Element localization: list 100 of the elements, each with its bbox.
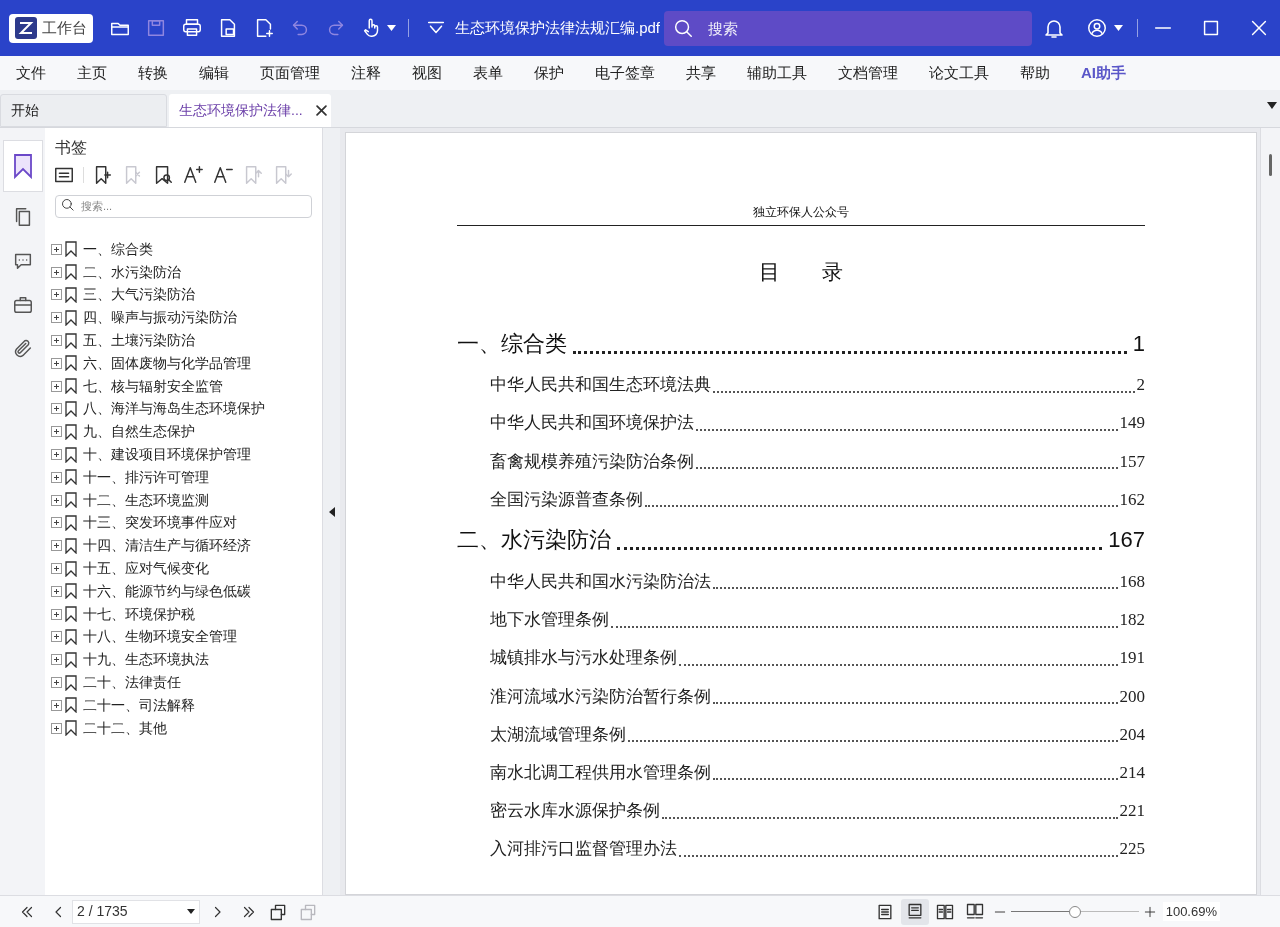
bookmark-item[interactable]: 二十一、司法解释: [83, 694, 195, 716]
close-icon[interactable]: [316, 105, 327, 116]
toc-entry-title: 入河排污口监督管理办法: [490, 838, 677, 861]
bookmark-item[interactable]: 十三、突发环境事件应对: [83, 512, 237, 534]
toc-page-number: 200: [1119, 685, 1145, 708]
toc-page-number: 149: [1119, 412, 1145, 435]
briefcase-icon[interactable]: [11, 294, 34, 316]
expand-toggle-icon[interactable]: [51, 243, 62, 255]
bookmark-icon: [65, 309, 77, 326]
expand-toggle-icon[interactable]: [51, 654, 62, 666]
expand-toggle-icon[interactable]: [51, 699, 62, 711]
menu-item[interactable]: 文件: [16, 61, 46, 85]
zoom-slider[interactable]: [1010, 905, 1139, 918]
view-mode-button[interactable]: [900, 898, 929, 925]
workbench-button[interactable]: 工作台: [9, 13, 93, 43]
document-tab[interactable]: 生态环境保护法律...: [169, 94, 331, 127]
expand-toggle-icon[interactable]: [51, 449, 62, 461]
expand-toggle-icon[interactable]: [51, 357, 62, 369]
expand-toggle-icon[interactable]: [51, 266, 62, 278]
increase-font-icon[interactable]: [182, 164, 204, 186]
menu-item[interactable]: 保护: [534, 61, 564, 85]
menu-item[interactable]: 帮助: [1020, 61, 1050, 85]
menu-item[interactable]: 表单: [473, 61, 503, 85]
expand-toggle-icon[interactable]: [51, 289, 62, 301]
zoom-in-icon[interactable]: [1142, 904, 1157, 919]
menu-item[interactable]: 页面管理: [260, 61, 320, 85]
page-number-field[interactable]: 2 / 1735: [72, 899, 200, 924]
bookmark-item[interactable]: 十四、清洁生产与循环经济: [83, 535, 251, 557]
expand-toggle-icon[interactable]: [51, 335, 62, 347]
bookmark-item[interactable]: 一、综合类: [83, 238, 153, 260]
user-icon[interactable]: [1086, 17, 1109, 39]
menu-item[interactable]: 视图: [412, 61, 442, 85]
scrollbar-thumb[interactable]: [1269, 154, 1272, 176]
bookmark-item[interactable]: 十五、应对气候变化: [83, 558, 209, 580]
expand-toggle-icon[interactable]: [51, 631, 62, 643]
zoom-slider-thumb[interactable]: [1068, 905, 1081, 918]
caret-icon[interactable]: [187, 909, 195, 914]
menu-item[interactable]: 论文工具: [929, 61, 989, 85]
menu-item[interactable]: 转换: [138, 61, 168, 85]
caret-icon[interactable]: [387, 25, 396, 31]
expand-toggle-icon[interactable]: [51, 722, 62, 734]
decrease-font-icon[interactable]: [212, 164, 234, 186]
toc-section-title: 二、水污染防治: [457, 526, 611, 555]
bookmark-item[interactable]: 七、核与辐射安全监管: [83, 375, 223, 397]
menu-item[interactable]: 主页: [77, 61, 107, 85]
bookmark-item[interactable]: 十八、生物环境安全管理: [83, 626, 237, 648]
menu-item[interactable]: 编辑: [199, 61, 229, 85]
expand-toggle-icon[interactable]: [51, 471, 62, 483]
save-icon[interactable]: [145, 17, 167, 39]
menu-item[interactable]: 共享: [686, 61, 716, 85]
expand-toggle-icon[interactable]: [51, 585, 62, 597]
bookmark-item[interactable]: 五、土壤污染防治: [83, 330, 195, 352]
caret-icon[interactable]: [1114, 25, 1124, 31]
bookmark-item[interactable]: 二十二、其他: [83, 717, 167, 739]
bookmark-item[interactable]: 十、建设项目环境保护管理: [83, 444, 251, 466]
bookmark-item[interactable]: 二十、法律责任: [83, 672, 181, 694]
bookmark-item[interactable]: 十一、排污许可管理: [83, 466, 209, 488]
bookmark-item[interactable]: 八、海洋与海岛生态环境保护: [83, 398, 265, 420]
menu-item[interactable]: 文档管理: [838, 61, 898, 85]
menu-item[interactable]: 辅助工具: [747, 61, 807, 85]
document-tab[interactable]: 开始: [0, 94, 167, 127]
caret-icon[interactable]: [1267, 102, 1277, 109]
expand-toggle-icon[interactable]: [51, 403, 62, 415]
panel-title: 书签: [55, 138, 88, 158]
print-icon[interactable]: [181, 17, 203, 39]
expand-toggle-icon[interactable]: [51, 540, 62, 552]
bookmark-item[interactable]: 四、噪声与振动污染防治: [83, 307, 237, 329]
menu-item[interactable]: 电子签章: [595, 61, 655, 85]
search-icon[interactable]: [60, 197, 75, 212]
toc-page-number: 168: [1119, 570, 1145, 593]
search-field[interactable]: 搜索: [664, 10, 1033, 46]
bookmark-icon: [65, 423, 77, 440]
toc-page-number: 204: [1119, 723, 1145, 746]
zoom-level[interactable]: 100.69%: [1162, 901, 1220, 922]
bookmark-icon: [65, 514, 77, 531]
expand-toggle-icon[interactable]: [51, 312, 62, 324]
toc-page-number: 157: [1119, 450, 1145, 473]
toc-page-number: 162: [1119, 488, 1145, 511]
expand-toggle-icon[interactable]: [51, 677, 62, 689]
expand-toggle-icon[interactable]: [51, 517, 62, 529]
expand-toggle-icon[interactable]: [51, 426, 62, 438]
expand-toggle-icon[interactable]: [51, 494, 62, 506]
menu-item[interactable]: AI助手: [1081, 61, 1126, 85]
collapse-panel-icon[interactable]: [328, 506, 335, 517]
bookmark-item[interactable]: 十六、能源节约与绿色低碳: [83, 580, 251, 602]
menu-item[interactable]: 注释: [351, 61, 381, 85]
bookmark-item[interactable]: 六、固体废物与化学品管理: [83, 352, 251, 374]
bookmark-item[interactable]: 十二、生态环境监测: [83, 489, 209, 511]
expand-toggle-icon[interactable]: [51, 563, 62, 575]
bookmark-tab[interactable]: [2, 140, 43, 192]
bookmark-item[interactable]: 十七、环境保护税: [83, 603, 195, 625]
toc-entry-title: 畜禽规模养殖污染防治条例: [490, 450, 694, 473]
bookmark-item[interactable]: 九、自然生态保护: [83, 421, 195, 443]
bookmark-item[interactable]: 二、水污染防治: [83, 261, 181, 283]
bookmark-item[interactable]: 十九、生态环境执法: [83, 649, 209, 671]
expand-toggle-icon[interactable]: [51, 608, 62, 620]
expand-toggle-icon[interactable]: [51, 380, 62, 392]
bookmark-search-field[interactable]: 搜索...: [55, 194, 312, 218]
bookmark-item[interactable]: 三、大气污染防治: [83, 284, 195, 306]
toc-entry-title: 中华人民共和国环境保护法: [490, 412, 694, 435]
